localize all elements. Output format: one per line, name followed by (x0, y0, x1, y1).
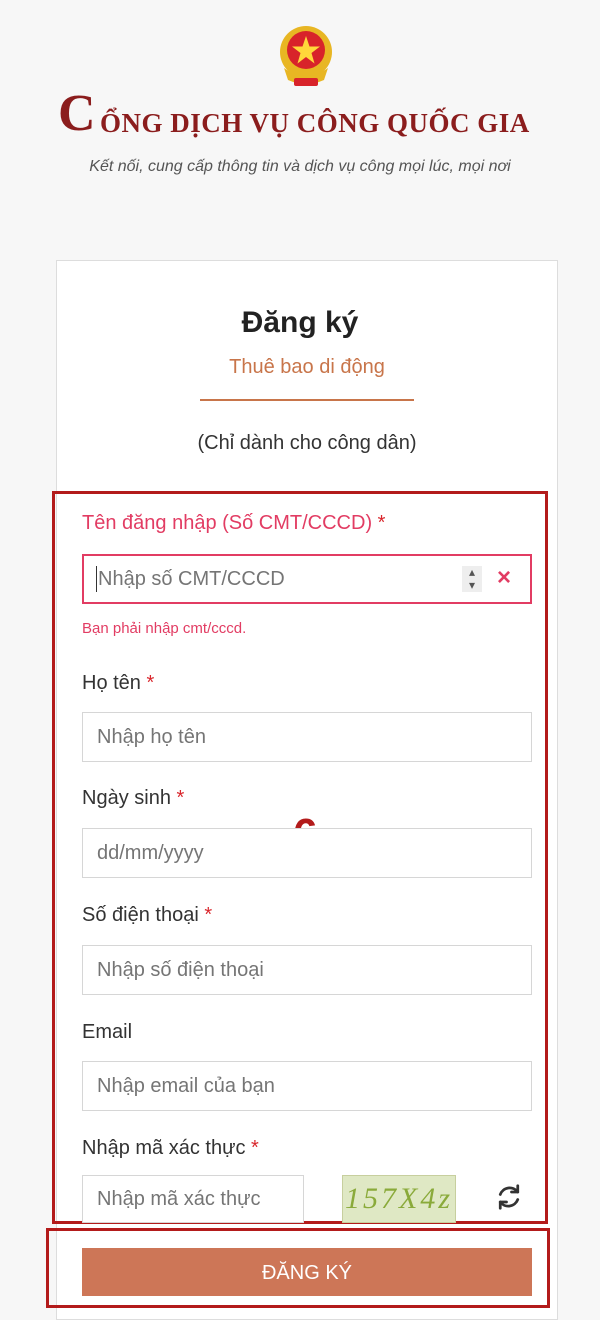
tab-mobile-subscriber[interactable]: Thuê bao di động (200, 356, 414, 379)
birthdate-input[interactable] (82, 828, 532, 878)
close-icon[interactable]: × (492, 562, 516, 594)
refresh-icon[interactable] (494, 1182, 524, 1212)
phone-label: Số điện thoại * (82, 904, 213, 926)
citizen-only-note: (Chỉ dành cho công dân) (197, 432, 417, 454)
brand-initial: C (58, 85, 96, 142)
brand-title: ỔNG DỊCH VỤ CÔNG QUỐC GIA (100, 108, 530, 138)
username-error: Bạn phải nhập cmt/cccd. (82, 620, 247, 637)
fullname-input[interactable] (82, 712, 532, 762)
tab-active-indicator (200, 399, 414, 401)
captcha-input[interactable] (82, 1175, 304, 1223)
site-brand: C ỔNG DỊCH VỤ CÔNG QUỐC GIA (58, 86, 578, 142)
national-emblem-icon (280, 26, 332, 86)
text-caret (96, 566, 97, 592)
required-mark: * (377, 512, 386, 534)
required-mark: * (146, 672, 155, 694)
required-mark: * (176, 787, 185, 809)
required-mark: * (251, 1137, 259, 1159)
birthdate-label: Ngày sinh * (82, 787, 185, 809)
captcha-image: 157X4z (342, 1175, 456, 1223)
required-mark: * (204, 904, 213, 926)
email-label: Email (82, 1021, 133, 1043)
page-title: Đăng ký (241, 306, 359, 339)
fullname-label: Họ tên * (82, 672, 155, 694)
email-input[interactable] (82, 1061, 532, 1111)
username-label: Tên đăng nhập (Số CMT/CCCD) * (82, 512, 386, 534)
site-slogan: Kết nối, cung cấp thông tin và dịch vụ c… (89, 158, 511, 175)
phone-input[interactable] (82, 945, 532, 995)
captcha-label: Nhập mã xác thực * (82, 1137, 259, 1159)
stepper-icon[interactable]: ▴ ▾ (462, 566, 482, 592)
register-button[interactable]: ĐĂNG KÝ (82, 1248, 532, 1296)
